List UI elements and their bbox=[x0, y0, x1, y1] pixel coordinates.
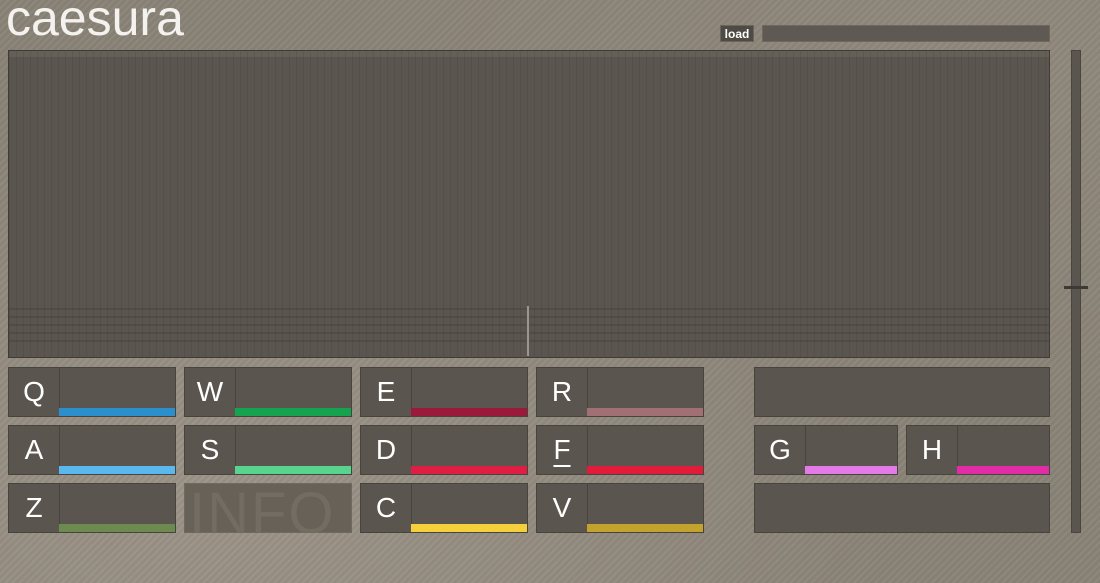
pad-d[interactable]: D bbox=[360, 425, 528, 475]
pad-color-bar bbox=[235, 408, 351, 416]
pad-key-label: R bbox=[537, 368, 588, 416]
pad-color-bar bbox=[587, 524, 703, 532]
pad-g[interactable]: G bbox=[754, 425, 898, 475]
pad-key-label: Z bbox=[9, 484, 60, 532]
file-path-field[interactable] bbox=[762, 25, 1050, 42]
volume-slider-handle[interactable] bbox=[1064, 285, 1088, 289]
pad-a[interactable]: A bbox=[8, 425, 176, 475]
pad-color-bar bbox=[59, 524, 175, 532]
pad-color-bar bbox=[411, 408, 527, 416]
pad-color-bar bbox=[587, 466, 703, 474]
empty-panel-bottom bbox=[754, 483, 1050, 533]
pad-key-label: G bbox=[755, 426, 806, 474]
pad-color-bar bbox=[411, 524, 527, 532]
pad-f[interactable]: F bbox=[536, 425, 704, 475]
pad-color-bar bbox=[805, 466, 897, 474]
pad-color-bar bbox=[59, 466, 175, 474]
load-button[interactable]: load bbox=[720, 25, 754, 42]
waveform-display[interactable] bbox=[8, 50, 1050, 358]
pad-key-label: V bbox=[537, 484, 588, 532]
pad-color-bar bbox=[235, 466, 351, 474]
pad-key-label: S bbox=[185, 426, 236, 474]
pad-z[interactable]: Z bbox=[8, 483, 176, 533]
volume-slider-track[interactable] bbox=[1071, 50, 1081, 533]
pad-key-label: D bbox=[361, 426, 412, 474]
pad-key-label: F bbox=[537, 426, 588, 474]
pad-w[interactable]: W bbox=[184, 367, 352, 417]
pad-key-label: Q bbox=[9, 368, 60, 416]
pad-key-label: E bbox=[361, 368, 412, 416]
pad-q[interactable]: Q bbox=[8, 367, 176, 417]
info-label: INFO bbox=[189, 483, 336, 533]
pad-key-label: W bbox=[185, 368, 236, 416]
playhead-marker[interactable] bbox=[527, 306, 529, 356]
info-button[interactable]: INFO bbox=[184, 483, 352, 533]
pad-key-label: A bbox=[9, 426, 60, 474]
pad-color-bar bbox=[411, 466, 527, 474]
pad-color-bar bbox=[59, 408, 175, 416]
waveform-track bbox=[9, 308, 1049, 348]
pad-h[interactable]: H bbox=[906, 425, 1050, 475]
pad-v[interactable]: V bbox=[536, 483, 704, 533]
app-title: caesura bbox=[6, 0, 184, 46]
pad-color-bar bbox=[957, 466, 1049, 474]
empty-panel-top bbox=[754, 367, 1050, 417]
pad-e[interactable]: E bbox=[360, 367, 528, 417]
pad-key-label: H bbox=[907, 426, 958, 474]
pad-s[interactable]: S bbox=[184, 425, 352, 475]
pad-c[interactable]: C bbox=[360, 483, 528, 533]
pad-color-bar bbox=[587, 408, 703, 416]
pad-r[interactable]: R bbox=[536, 367, 704, 417]
pad-key-label: C bbox=[361, 484, 412, 532]
